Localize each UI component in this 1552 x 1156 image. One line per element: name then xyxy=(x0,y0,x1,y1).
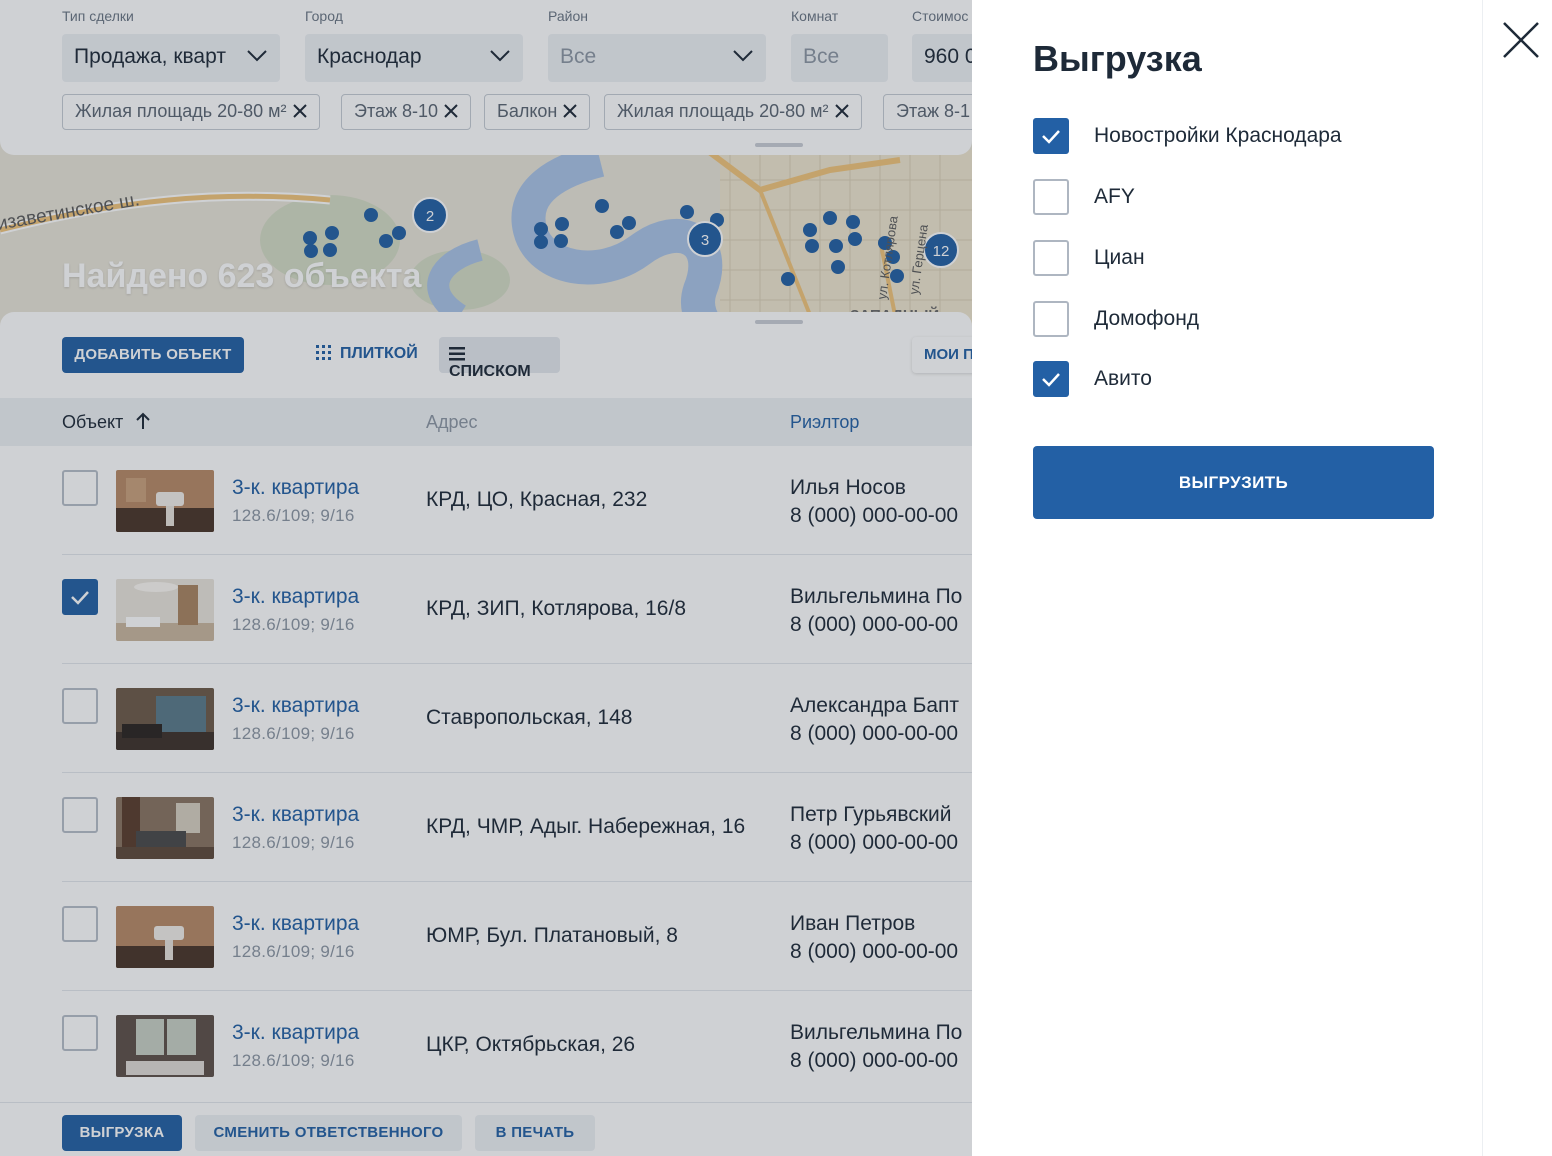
export-option-cian[interactable]: Циан xyxy=(1033,240,1453,276)
option-checkbox[interactable] xyxy=(1033,118,1069,154)
drawer-title: Выгрузка xyxy=(1033,38,1202,79)
drawer-side-rail xyxy=(1482,0,1552,1156)
option-label: Новостройки Краснодара xyxy=(1094,124,1342,147)
option-checkbox[interactable] xyxy=(1033,301,1069,337)
export-option-domofond[interactable]: Домофонд xyxy=(1033,301,1453,337)
option-checkbox[interactable] xyxy=(1033,240,1069,276)
option-label: Авито xyxy=(1094,367,1152,390)
export-option-novostroyki[interactable]: Новостройки Краснодара xyxy=(1033,118,1453,154)
export-option-afy[interactable]: AFY xyxy=(1033,179,1453,215)
submit-export-button[interactable]: ВЫГРУЗИТЬ xyxy=(1033,446,1434,519)
option-label: Циан xyxy=(1094,246,1145,269)
export-drawer: Выгрузка Новостройки Краснодара AFY Циан… xyxy=(972,0,1482,1156)
checkmark-icon xyxy=(1042,130,1060,144)
option-checkbox[interactable] xyxy=(1033,179,1069,215)
close-icon[interactable] xyxy=(1501,20,1541,60)
checkmark-icon xyxy=(1042,373,1060,387)
option-checkbox[interactable] xyxy=(1033,361,1069,397)
option-label: Домофонд xyxy=(1094,307,1200,330)
export-option-avito[interactable]: Авито xyxy=(1033,361,1453,397)
listing-app: 2 3 12 изаветинское ш. ул. Котлярова ул.… xyxy=(0,0,972,1156)
modal-overlay[interactable] xyxy=(0,0,972,1156)
option-label: AFY xyxy=(1094,185,1135,208)
